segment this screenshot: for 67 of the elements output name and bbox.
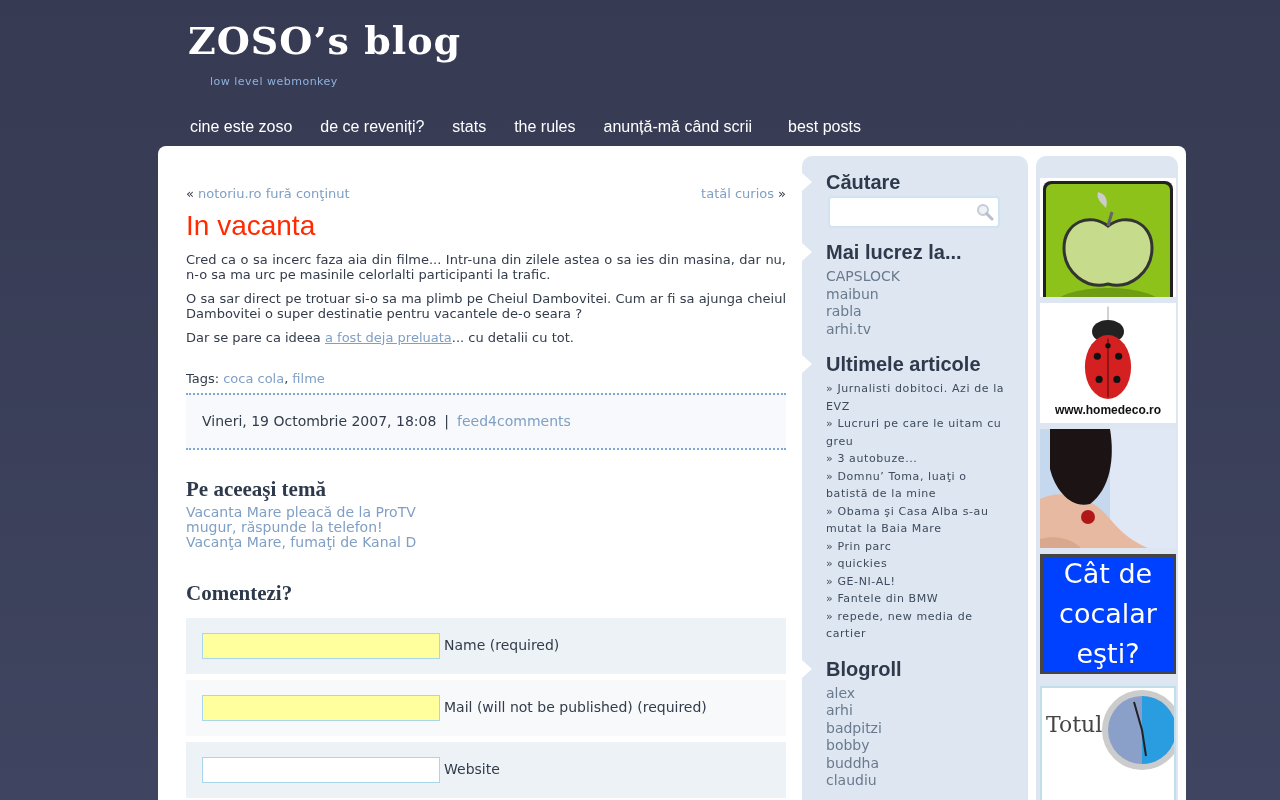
- next-arrow: »: [778, 185, 786, 203]
- related-post-link[interactable]: Vacanta Mare pleacă de la ProTV: [186, 505, 416, 521]
- article-link[interactable]: » repede, new media de cartier: [826, 607, 1028, 643]
- article-link[interactable]: » Lucruri pe care le uitam cu greu: [826, 415, 1028, 450]
- text-field[interactable]: [202, 632, 440, 659]
- sidebar-heading: Blogroll: [826, 656, 903, 681]
- article-link[interactable]: » quickies: [826, 555, 1028, 573]
- sidebar-heading: Căutare: [826, 170, 902, 194]
- tag-link[interactable]: filme: [292, 369, 325, 389]
- article-link[interactable]: » 3 autobuze...: [826, 450, 1028, 468]
- blogroll-link[interactable]: badpitzi: [826, 719, 1028, 737]
- prev-post-link[interactable]: notoriu.ro fură conţinut: [197, 184, 350, 204]
- text-field[interactable]: [202, 694, 440, 721]
- post-paragraph: Dar se pare ca ideea a fost deja preluata... cu detalii cu tot.: [186, 329, 575, 346]
- ad-banner[interactable]: Cât de cocalar eşti?: [1040, 554, 1176, 675]
- notch-icon: [802, 173, 812, 191]
- nav-link[interactable]: the rules: [514, 115, 576, 139]
- article-link[interactable]: » Domnu’ Toma, luaţi o batistă de la mine: [826, 467, 1028, 503]
- blogroll-link[interactable]: arhi: [826, 702, 1028, 720]
- sidebar-link[interactable]: arhi.tv: [826, 320, 1028, 338]
- post-paragraph: Cred ca o sa incerc faza aia din filme... Intr-una din zilele astea o sa ies din masina, dar nu, n-o sa ma urc pe masinile celorlalti participanti la trafic.: [186, 251, 786, 283]
- blogroll-link[interactable]: bobby: [826, 737, 1028, 755]
- related-post-link[interactable]: Vacanţa Mare, fumaţi de Kanal D: [186, 535, 417, 551]
- sidebar-link[interactable]: maibun: [826, 285, 1028, 303]
- nav-link[interactable]: stats: [452, 115, 487, 139]
- nav-link[interactable]: best posts: [788, 115, 861, 139]
- inline-link[interactable]: a fost deja preluata: [325, 329, 452, 345]
- next-post-link[interactable]: tatăl curios: [701, 184, 775, 204]
- post-title: In vacanta: [186, 208, 317, 243]
- text-field[interactable]: [202, 756, 440, 783]
- article-link[interactable]: » Jurnalisti dobitoci. Azi de la EVZ: [826, 380, 1028, 415]
- prev-arrow: «: [186, 185, 194, 203]
- search-icon[interactable]: [976, 203, 994, 221]
- section-heading: Pe aceeaşi temă: [186, 475, 327, 503]
- meta-separator: |: [444, 411, 450, 432]
- nav-link[interactable]: de ce reveniți?: [320, 115, 425, 139]
- sidebar-link[interactable]: CAPSLOCK: [826, 268, 1028, 286]
- sidebar-heading: Mai lucrez la...: [826, 240, 963, 264]
- section-heading: Comentezi?: [186, 580, 294, 608]
- article-link[interactable]: » GE-NI-AL!: [826, 572, 1028, 590]
- blogroll-link[interactable]: alex: [826, 684, 1028, 702]
- article-link[interactable]: » Prin parc: [826, 537, 1028, 555]
- related-post-link[interactable]: mugur, răspunde la telefon!: [186, 520, 383, 536]
- post-paragraph: O sa sar direct pe trotuar si-o sa ma plimb pe Cheiul Dambovitei. Cum ar fi sa ajunga cheiul Dambovitei o super destinatie pentru vacantele de-o seara ?: [186, 290, 786, 322]
- post-date: Vineri, 19 Octombrie 2007, 18:08: [202, 411, 437, 431]
- tag-link[interactable]: coca cola: [223, 369, 285, 389]
- nav-link[interactable]: cine este zoso: [190, 115, 293, 139]
- notch-icon: [802, 355, 812, 373]
- tags-label: Tags:: [186, 370, 220, 389]
- article-link[interactable]: » Fantele din BMW: [826, 590, 1028, 608]
- search-field[interactable]: [828, 196, 1000, 228]
- blogroll-link[interactable]: claudiu: [826, 772, 1028, 790]
- sidebar-heading: Ultimele articole: [826, 352, 982, 376]
- tagline: low level webmonkey: [210, 74, 339, 90]
- article-link[interactable]: » Obama şi Casa Alba s-au mutat la Baia Mare: [826, 502, 1028, 538]
- field-label: Website: [444, 760, 500, 780]
- ad-caption: www.homedeco.ro: [1054, 402, 1162, 419]
- notch-icon: [802, 243, 812, 261]
- field-label: Name (required): [444, 636, 560, 656]
- tag-separator: ,: [284, 370, 289, 389]
- blogroll-link[interactable]: buddha: [826, 754, 1028, 772]
- feed-link[interactable]: feed4comments: [457, 410, 571, 432]
- nav-link[interactable]: anunță-mă când scrii: [603, 115, 753, 139]
- sidebar-link[interactable]: rabla: [826, 303, 1028, 321]
- field-label: Mail (will not be published) (required): [444, 698, 707, 718]
- notch-icon: [802, 659, 812, 678]
- ad-text: Totul: [1046, 711, 1103, 740]
